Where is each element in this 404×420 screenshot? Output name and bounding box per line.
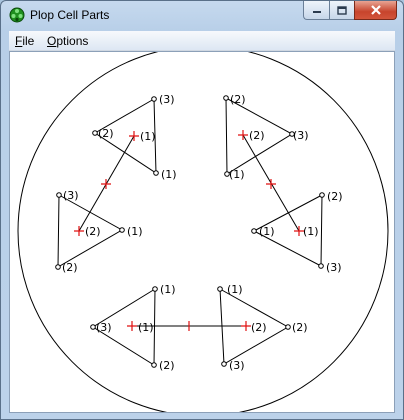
vertex	[319, 192, 325, 198]
label: (1)	[303, 225, 319, 238]
red-cross	[266, 179, 276, 189]
menu-options-rest: ptions	[56, 34, 89, 48]
red-cross	[129, 131, 139, 141]
vertex	[221, 361, 227, 367]
menu-options[interactable]: Options	[47, 34, 88, 48]
vertex	[56, 192, 62, 198]
vertex	[151, 362, 157, 368]
label: (1)	[160, 283, 176, 296]
label: (3)	[159, 93, 175, 106]
vertex	[92, 130, 98, 136]
menu-bar: File Options	[9, 31, 395, 51]
maximize-icon	[337, 5, 347, 15]
label: (3)	[96, 321, 112, 334]
label: (3)	[326, 261, 342, 274]
cell-parts-drawing: (3) (2) (1) (1) (2) (2) (3) (1) (3) (2) …	[17, 52, 389, 412]
label: (3)	[63, 189, 79, 202]
label: (3)	[229, 359, 245, 372]
vertex	[251, 228, 257, 234]
menu-file-rest: ile	[22, 34, 35, 48]
vertex	[217, 286, 223, 292]
drawing-canvas[interactable]: (3) (2) (1) (1) (2) (2) (3) (1) (3) (2) …	[9, 51, 395, 413]
label: (2)	[230, 93, 246, 106]
label: (2)	[159, 359, 175, 372]
label: (1)	[229, 168, 245, 181]
minimize-icon	[312, 11, 321, 13]
red-cross	[127, 321, 137, 331]
label: (2)	[327, 190, 343, 203]
green-cell-icon	[9, 7, 25, 23]
label: (2)	[62, 261, 78, 274]
vertex	[119, 227, 125, 233]
vertex	[318, 263, 324, 269]
title-bar[interactable]: Plop Cell Parts	[1, 1, 403, 31]
label: (2)	[249, 129, 265, 142]
vertex	[55, 264, 61, 270]
caption-buttons	[303, 1, 397, 21]
label: (1)	[161, 168, 177, 181]
label: (2)	[292, 321, 308, 334]
label: (3)	[293, 129, 309, 142]
red-cross	[101, 179, 111, 189]
vertex	[152, 286, 158, 292]
label: (1)	[138, 321, 154, 334]
red-cross	[238, 130, 248, 140]
menu-file[interactable]: File	[15, 34, 34, 48]
vertex	[223, 95, 229, 101]
close-icon	[370, 5, 381, 15]
app-window: Plop Cell Parts File Options (3) (2) (1)…	[0, 0, 404, 420]
close-button[interactable]	[354, 1, 397, 20]
label: (1)	[259, 225, 275, 238]
label: (2)	[98, 127, 114, 140]
red-cross	[74, 226, 84, 236]
label: (2)	[85, 225, 101, 238]
label: (2)	[251, 321, 267, 334]
cell-boundary	[17, 52, 389, 412]
label: (1)	[127, 225, 143, 238]
red-cross	[241, 321, 251, 331]
label: (1)	[227, 283, 243, 296]
window-title: Plop Cell Parts	[30, 8, 110, 22]
label: (1)	[140, 130, 156, 143]
vertex	[151, 96, 157, 102]
minimize-button[interactable]	[303, 1, 329, 20]
menu-options-accel: O	[47, 34, 57, 48]
vertex	[153, 170, 159, 176]
maximize-button[interactable]	[329, 1, 354, 20]
vertex	[90, 324, 96, 330]
vertex-labels: (3) (2) (1) (1) (2) (2) (3) (1) (3) (2) …	[62, 93, 343, 372]
vertex	[285, 324, 291, 330]
